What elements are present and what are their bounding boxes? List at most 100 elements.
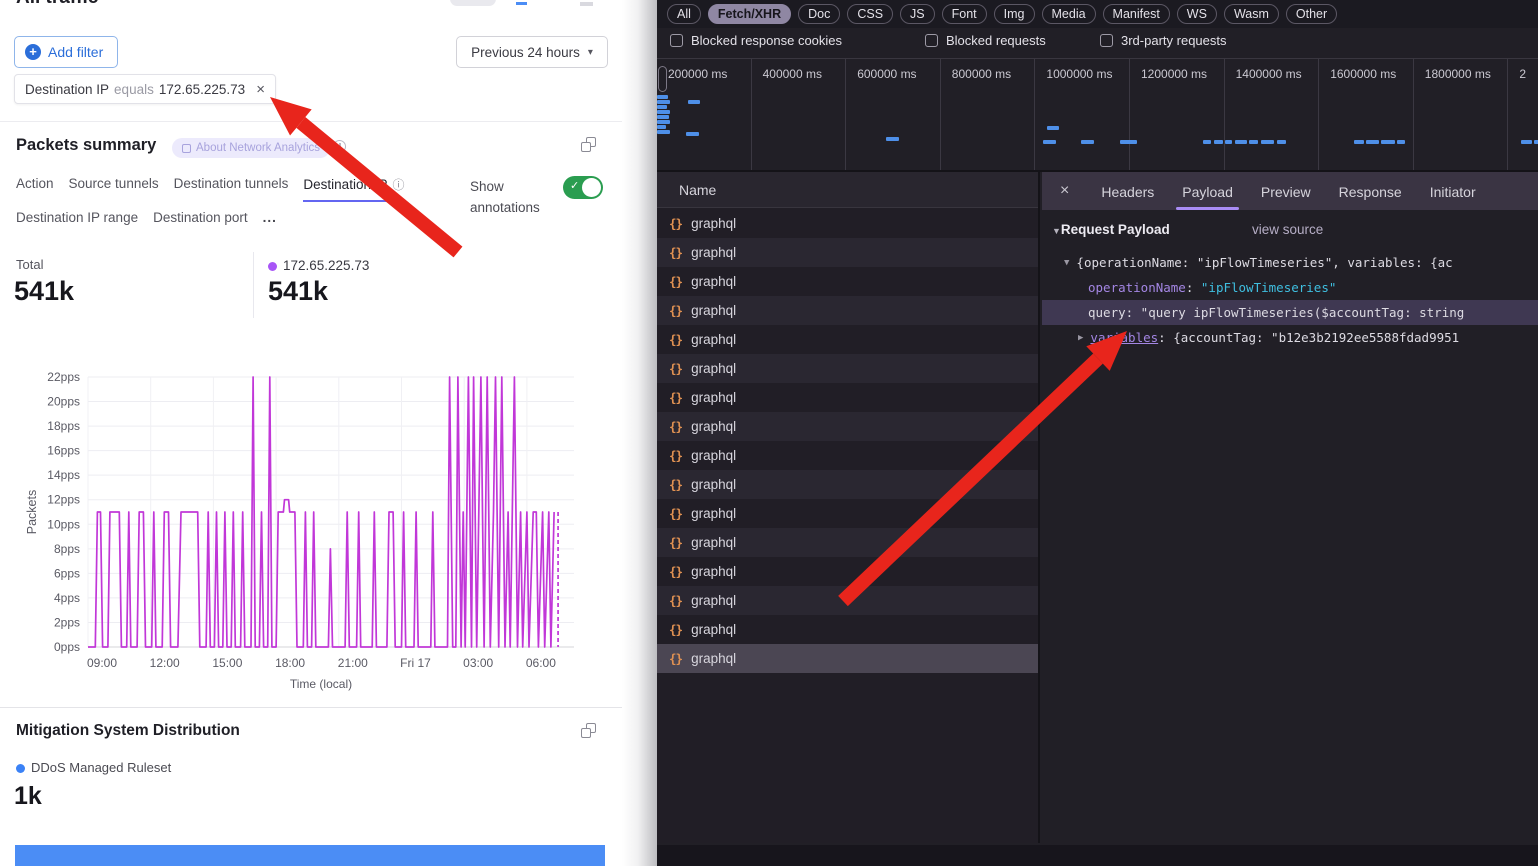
checkbox-label: 3rd-party requests	[1121, 33, 1227, 48]
request-name-label: graphql	[691, 448, 736, 463]
payload-segment-plain: {operationName: "ipFlowTimeseries", vari…	[1076, 255, 1452, 270]
request-time-mark	[1381, 140, 1395, 144]
info-icon[interactable]: ⓘ	[392, 176, 404, 193]
ip-stat-value: 541k	[268, 276, 328, 307]
json-fetch-icon: {}	[669, 245, 682, 260]
tab-destination-port[interactable]: Destination port	[153, 210, 248, 232]
request-row-graphql[interactable]: {}graphql	[657, 499, 1038, 528]
payload-segment-plain: : {accountTag:	[1158, 330, 1271, 345]
details-tab-label: Initiator	[1430, 184, 1476, 200]
timeline-gridline	[751, 59, 752, 170]
request-row-graphql[interactable]: {}graphql	[657, 615, 1038, 644]
add-filter-button[interactable]: + Add filter	[14, 36, 118, 68]
ip-series-dot	[268, 262, 277, 271]
request-row-graphql[interactable]: {}graphql	[657, 296, 1038, 325]
time-range-dropdown[interactable]: Previous 24 hours ▾	[456, 36, 608, 68]
filter-pill-other[interactable]: Other	[1286, 4, 1337, 24]
tab-destination-tunnels[interactable]: Destination tunnels	[174, 176, 289, 198]
tab-destination-ip-range[interactable]: Destination IP range	[16, 210, 138, 232]
view-source-link[interactable]: view source	[1252, 222, 1323, 237]
filter-pill-css[interactable]: CSS	[847, 4, 893, 24]
tab-action[interactable]: Action	[16, 176, 54, 198]
payload-line[interactable]: ▶variables: {accountTag: "b12e3b2192ee55…	[1042, 325, 1538, 350]
request-time-mark	[1366, 140, 1379, 144]
request-row-graphql[interactable]: {}graphql	[657, 238, 1038, 267]
checkbox-blocked-response-cookies[interactable]	[670, 34, 683, 47]
request-row-graphql[interactable]: {}graphql	[657, 528, 1038, 557]
expanded-triangle-icon[interactable]: ▼	[1064, 258, 1069, 268]
request-name-label: graphql	[691, 274, 736, 289]
network-overview-timeline[interactable]: 200000 ms400000 ms600000 ms800000 ms1000…	[657, 59, 1538, 170]
mitigation-bar[interactable]	[15, 845, 605, 866]
remove-filter-icon[interactable]: ×	[256, 81, 265, 98]
filter-pill-img[interactable]: Img	[994, 4, 1035, 24]
payload-segment-key: operationName	[1088, 280, 1186, 295]
request-row-graphql[interactable]: {}graphql	[657, 267, 1038, 296]
details-tab-label: Payload	[1182, 184, 1233, 200]
tab-more-options[interactable]: ...	[263, 210, 277, 232]
svg-text:2pps: 2pps	[54, 615, 80, 629]
checkbox-3rd-party-requests[interactable]	[1100, 34, 1113, 47]
request-row-graphql[interactable]: {}graphql	[657, 354, 1038, 383]
tab-label: Destination IP range	[16, 210, 138, 225]
request-row-graphql[interactable]: {}graphql	[657, 470, 1038, 499]
request-row-graphql[interactable]: {} graphql	[657, 325, 1038, 354]
svg-text:4pps: 4pps	[54, 591, 80, 605]
request-row-graphql[interactable]: {}graphql	[657, 412, 1038, 441]
filter-pill-all[interactable]: All	[667, 4, 701, 24]
filter-pill-js[interactable]: JS	[900, 4, 935, 24]
tab-destination-ip[interactable]: Destination IP ⓘ	[303, 176, 404, 202]
copy-panel-icon[interactable]	[581, 137, 596, 152]
filter-pill-wasm[interactable]: Wasm	[1224, 4, 1279, 24]
json-fetch-icon: {}	[669, 361, 682, 376]
filter-pill-doc[interactable]: Doc	[798, 4, 840, 24]
request-time-mark	[657, 130, 670, 134]
collapsed-triangle-icon[interactable]: ▶	[1078, 333, 1083, 343]
request-payload-header[interactable]: ▼Request Payload	[1052, 222, 1170, 237]
details-tab-response[interactable]: Response	[1325, 175, 1416, 208]
request-row-graphql[interactable]: {}graphql	[657, 383, 1038, 412]
timeline-gridline	[1318, 59, 1319, 170]
request-time-mark	[688, 100, 700, 104]
payload-line[interactable]: ▼ {operationName: "ipFlowTimeseries", var…	[1042, 250, 1538, 275]
ddos-legend-label: DDoS Managed Ruleset	[31, 760, 171, 775]
filter-pill-media[interactable]: Media	[1042, 4, 1096, 24]
request-row-graphql[interactable]: {}graphql	[657, 586, 1038, 615]
filter-pill-manifest[interactable]: Manifest	[1103, 4, 1170, 24]
filter-pill-font[interactable]: Font	[942, 4, 987, 24]
timeline-tick-label: 200000 ms	[668, 67, 727, 81]
request-name-label: graphql	[691, 303, 736, 318]
details-tab-payload[interactable]: Payload	[1168, 175, 1247, 208]
details-tab-headers[interactable]: Headers	[1087, 175, 1168, 208]
timeline-tick-label: 1600000 ms	[1330, 67, 1396, 81]
book-icon	[182, 144, 191, 153]
payload-line[interactable]: query: "query ipFlowTimeseries($accountT…	[1042, 300, 1538, 325]
request-row-graphql[interactable]: {}graphql	[657, 644, 1038, 673]
json-fetch-icon: {}	[669, 332, 682, 347]
filter-pill-fetchxhr[interactable]: Fetch/XHR	[708, 4, 791, 24]
filter-pill-ws[interactable]: WS	[1177, 4, 1217, 24]
timeline-drag-handle[interactable]	[658, 66, 667, 92]
request-time-mark	[657, 100, 670, 104]
section-divider	[0, 707, 622, 708]
tab-label: Destination IP	[303, 177, 387, 192]
request-name-label: graphql	[691, 332, 736, 347]
show-annotations-toggle[interactable]: ✓	[563, 176, 603, 199]
copy-panel-icon[interactable]	[581, 723, 596, 738]
request-row-graphql[interactable]: {}graphql	[657, 557, 1038, 586]
request-row-graphql[interactable]: {}graphql	[657, 441, 1038, 470]
about-network-analytics-badge[interactable]: About Network Analytics	[172, 138, 330, 158]
packets-timeseries-chart[interactable]: 0pps2pps4pps6pps8pps10pps12pps14pps16pps…	[14, 362, 610, 696]
details-tab-initiator[interactable]: Initiator	[1416, 175, 1490, 208]
filter-chip[interactable]: Destination IP equals 172.65.225.73 ×	[14, 74, 276, 104]
tab-source-tunnels[interactable]: Source tunnels	[69, 176, 159, 198]
details-tab-preview[interactable]: Preview	[1247, 175, 1325, 208]
timeline-gridline	[845, 59, 846, 170]
checkbox-blocked-requests[interactable]	[925, 34, 938, 47]
close-details-icon[interactable]: ×	[1060, 182, 1069, 200]
history-clock-icon[interactable]	[333, 140, 346, 153]
request-row-graphql[interactable]: {}graphql	[657, 209, 1038, 238]
checkbox-label: Blocked requests	[946, 33, 1046, 48]
payload-line[interactable]: operationName: "ipFlowTimeseries"	[1042, 275, 1538, 300]
name-column-header[interactable]: Name	[657, 172, 1038, 208]
